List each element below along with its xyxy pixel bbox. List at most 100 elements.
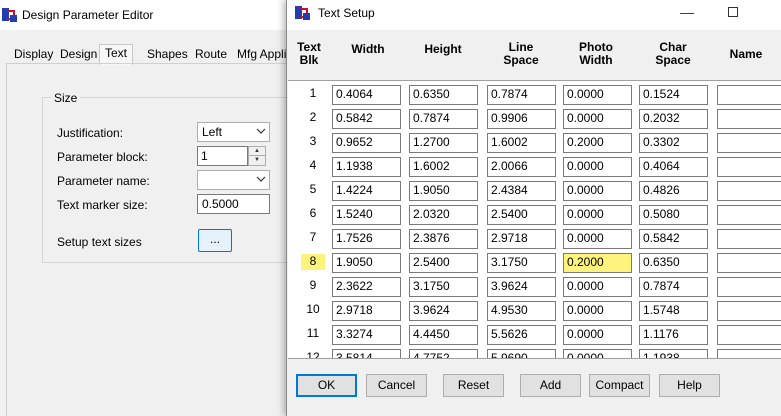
cell-line-space[interactable]: 2.5400 xyxy=(487,205,556,225)
cell-char-space[interactable]: 0.5080 xyxy=(639,205,708,225)
setup-text-sizes-label: Setup text sizes xyxy=(57,235,142,249)
ok-button[interactable]: OK xyxy=(296,374,357,397)
cell-name[interactable] xyxy=(717,133,781,153)
cell-photo-width[interactable]: 0.0000 xyxy=(563,301,632,321)
add-button[interactable]: Add xyxy=(520,374,581,397)
cell-line-space[interactable]: 2.0066 xyxy=(487,157,556,177)
minimize-button[interactable]: — xyxy=(664,0,710,26)
cell-photo-width[interactable]: 0.0000 xyxy=(563,205,632,225)
table-row: 8 1.9050 2.5400 3.1750 0.2000 0.6350 xyxy=(288,249,781,273)
text-setup-dialog: Text Setup — Text Blk Width Height Line Sp… xyxy=(286,0,781,416)
help-button[interactable]: Help xyxy=(659,374,720,397)
row-number: 10 xyxy=(306,302,320,316)
cell-name[interactable] xyxy=(717,205,781,225)
cell-photo-width[interactable]: 0.2000 xyxy=(563,133,632,153)
cell-char-space[interactable]: 1.1176 xyxy=(639,325,708,345)
cell-char-space[interactable]: 0.4826 xyxy=(639,181,708,201)
cell-width[interactable]: 0.4064 xyxy=(332,85,401,105)
parameter-block-field[interactable]: 1 xyxy=(197,146,248,166)
text-marker-size-field[interactable]: 0.5000 xyxy=(197,194,270,214)
cell-width[interactable]: 1.4224 xyxy=(332,181,401,201)
tab-shapes[interactable]: Shapes xyxy=(147,47,188,61)
cell-height[interactable]: 2.0320 xyxy=(409,205,478,225)
cell-width[interactable]: 0.9652 xyxy=(332,133,401,153)
spin-up-icon[interactable]: ▲ xyxy=(249,147,265,156)
cell-name[interactable] xyxy=(717,85,781,105)
cell-width[interactable]: 3.3274 xyxy=(332,325,401,345)
maximize-button[interactable] xyxy=(710,0,756,26)
cell-char-space[interactable]: 1.1938 xyxy=(639,349,708,358)
cell-height[interactable]: 3.9624 xyxy=(409,301,478,321)
cell-height[interactable]: 0.6350 xyxy=(409,85,478,105)
cell-photo-width[interactable]: 0.0000 xyxy=(563,325,632,345)
cell-photo-width[interactable]: 0.2000 xyxy=(563,253,632,273)
cell-char-space[interactable]: 0.1524 xyxy=(639,85,708,105)
cell-name[interactable] xyxy=(717,109,781,129)
table-row: 10 2.9718 3.9624 4.9530 0.0000 1.5748 xyxy=(288,297,781,321)
cell-photo-width[interactable]: 0.0000 xyxy=(563,229,632,249)
cell-name[interactable] xyxy=(717,301,781,321)
cell-name[interactable] xyxy=(717,157,781,177)
cell-name[interactable] xyxy=(717,229,781,249)
cell-height[interactable]: 2.3876 xyxy=(409,229,478,249)
cell-height[interactable]: 3.1750 xyxy=(409,277,478,297)
compact-button[interactable]: Compact xyxy=(589,374,650,397)
cell-line-space[interactable]: 0.7874 xyxy=(487,85,556,105)
cell-name[interactable] xyxy=(717,277,781,297)
cell-width[interactable]: 2.3622 xyxy=(332,277,401,297)
cell-height[interactable]: 1.6002 xyxy=(409,157,478,177)
cancel-button[interactable]: Cancel xyxy=(366,374,427,397)
cell-line-space[interactable]: 5.9690 xyxy=(487,349,556,358)
tab-design[interactable]: Design xyxy=(60,47,97,61)
cell-line-space[interactable]: 3.1750 xyxy=(487,253,556,273)
spin-down-icon[interactable]: ▼ xyxy=(249,156,265,165)
cell-photo-width[interactable]: 0.0000 xyxy=(563,109,632,129)
cell-line-space[interactable]: 2.4384 xyxy=(487,181,556,201)
setup-text-sizes-button[interactable]: ... xyxy=(198,229,232,252)
header-text-blk-label: Text Blk xyxy=(297,40,321,67)
cell-photo-width[interactable]: 0.0000 xyxy=(563,181,632,201)
justification-dropdown[interactable]: Left xyxy=(197,122,270,142)
parameter-block-spinner[interactable]: ▲ ▼ xyxy=(248,146,266,166)
cell-height[interactable]: 1.2700 xyxy=(409,133,478,153)
cell-height[interactable]: 4.4450 xyxy=(409,325,478,345)
cell-height[interactable]: 2.5400 xyxy=(409,253,478,273)
cell-photo-width[interactable]: 0.0000 xyxy=(563,157,632,177)
cell-width[interactable]: 1.9050 xyxy=(332,253,401,273)
cell-photo-width[interactable]: 0.0000 xyxy=(563,277,632,297)
cell-photo-width[interactable]: 0.0000 xyxy=(563,349,632,358)
cell-width[interactable]: 3.5814 xyxy=(332,349,401,358)
cell-char-space[interactable]: 0.6350 xyxy=(639,253,708,273)
tab-route[interactable]: Route xyxy=(195,47,227,61)
cell-char-space[interactable]: 0.3302 xyxy=(639,133,708,153)
cell-line-space[interactable]: 2.9718 xyxy=(487,229,556,249)
cell-line-space[interactable]: 5.5626 xyxy=(487,325,556,345)
cell-width[interactable]: 1.1938 xyxy=(332,157,401,177)
tab-text[interactable]: Text xyxy=(99,44,134,65)
cell-char-space[interactable]: 0.4064 xyxy=(639,157,708,177)
cell-line-space[interactable]: 1.6002 xyxy=(487,133,556,153)
cell-line-space[interactable]: 3.9624 xyxy=(487,277,556,297)
cell-width[interactable]: 0.5842 xyxy=(332,109,401,129)
cell-char-space[interactable]: 1.5748 xyxy=(639,301,708,321)
cell-width[interactable]: 1.5240 xyxy=(332,205,401,225)
cell-width[interactable]: 2.9718 xyxy=(332,301,401,321)
cell-char-space[interactable]: 0.7874 xyxy=(639,277,708,297)
cell-name[interactable] xyxy=(717,325,781,345)
cell-height[interactable]: 0.7874 xyxy=(409,109,478,129)
cell-name[interactable] xyxy=(717,253,781,273)
cell-line-space[interactable]: 4.9530 xyxy=(487,301,556,321)
cell-char-space[interactable]: 0.2032 xyxy=(639,109,708,129)
cell-name[interactable] xyxy=(717,181,781,201)
tab-display[interactable]: Display xyxy=(14,47,53,61)
cell-height[interactable]: 4.7752 xyxy=(409,349,478,358)
cell-width[interactable]: 1.7526 xyxy=(332,229,401,249)
cell-line-space[interactable]: 0.9906 xyxy=(487,109,556,129)
cell-photo-width[interactable]: 0.0000 xyxy=(563,85,632,105)
cell-char-space[interactable]: 0.5842 xyxy=(639,229,708,249)
tab-mfg-applic[interactable]: Mfg Applic xyxy=(237,47,292,61)
reset-button[interactable]: Reset xyxy=(443,374,504,397)
cell-height[interactable]: 1.9050 xyxy=(409,181,478,201)
cell-name[interactable] xyxy=(717,349,781,358)
parameter-name-dropdown[interactable] xyxy=(197,170,270,190)
